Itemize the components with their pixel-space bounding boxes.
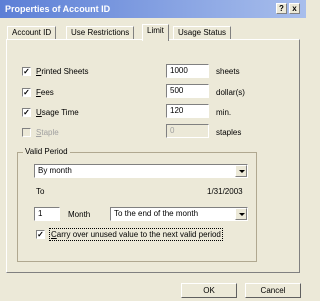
cancel-button[interactable]: Cancel bbox=[245, 283, 301, 298]
tab-usage-status[interactable]: Usage Status bbox=[173, 26, 232, 40]
staple-input[interactable]: 0 bbox=[166, 124, 209, 138]
carry-over-checkbox[interactable]: ✓ bbox=[36, 230, 45, 239]
staple-unit: staples bbox=[216, 128, 242, 137]
ok-button[interactable]: OK bbox=[181, 283, 237, 298]
month-label: Month bbox=[68, 210, 91, 219]
usage-time-unit: min. bbox=[216, 108, 232, 117]
to-date: 1/31/2003 bbox=[207, 187, 243, 196]
check-mark-icon: ✓ bbox=[37, 230, 44, 239]
usage-time-label: Usage Time bbox=[36, 108, 79, 117]
check-mark-icon: ✓ bbox=[23, 88, 30, 97]
fees-label: Fees bbox=[36, 88, 54, 97]
close-button[interactable]: x bbox=[289, 3, 300, 14]
tab-use-restrictions[interactable]: Use Restrictions bbox=[66, 26, 135, 40]
period-select[interactable]: By month bbox=[34, 164, 248, 178]
tab-strip: Account ID Use Restrictions Limit Usage … bbox=[7, 24, 301, 41]
tab-account-id[interactable]: Account ID bbox=[7, 26, 57, 40]
month-count-input[interactable]: 1 bbox=[34, 207, 60, 221]
tab-limit[interactable]: Limit bbox=[142, 24, 169, 41]
chevron-down-icon[interactable] bbox=[235, 165, 247, 177]
fees-unit: dollar(s) bbox=[216, 88, 245, 97]
to-label: To bbox=[36, 187, 45, 196]
check-mark-icon: ✓ bbox=[23, 108, 30, 117]
printed-sheets-checkbox[interactable]: ✓ bbox=[22, 67, 31, 76]
period-select-value: By month bbox=[38, 166, 72, 175]
staple-label: Staple bbox=[36, 128, 59, 137]
carry-over-label: Carry over unused value to the next vali… bbox=[49, 228, 223, 241]
help-button[interactable]: ? bbox=[276, 3, 287, 14]
printed-sheets-label: Printed Sheets bbox=[36, 67, 89, 76]
chevron-down-icon[interactable] bbox=[235, 208, 247, 220]
title-bar: Properties of Account ID ? x bbox=[0, 0, 306, 18]
fees-checkbox[interactable]: ✓ bbox=[22, 88, 31, 97]
end-of-period-select-value: To the end of the month bbox=[114, 209, 199, 218]
usage-time-input[interactable]: 120 bbox=[166, 104, 209, 118]
printed-sheets-input[interactable]: 1000 bbox=[166, 64, 209, 78]
end-of-period-select[interactable]: To the end of the month bbox=[110, 207, 248, 221]
window-title: Properties of Account ID bbox=[5, 4, 111, 14]
fees-input[interactable]: 500 bbox=[166, 84, 209, 98]
check-mark-icon: ✓ bbox=[23, 67, 30, 76]
staple-checkbox[interactable] bbox=[22, 128, 31, 137]
usage-time-checkbox[interactable]: ✓ bbox=[22, 108, 31, 117]
valid-period-label: Valid Period bbox=[23, 147, 70, 156]
printed-sheets-unit: sheets bbox=[216, 67, 240, 76]
